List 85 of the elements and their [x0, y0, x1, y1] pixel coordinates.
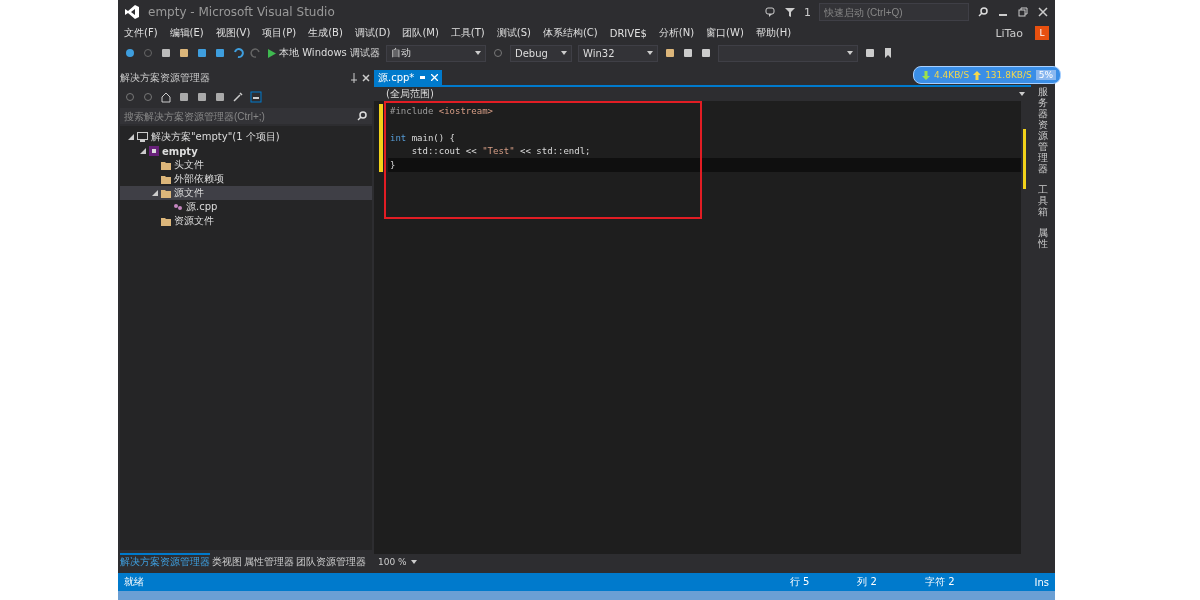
user-name[interactable]: LiTao — [995, 26, 1023, 40]
search-icon[interactable] — [977, 6, 989, 18]
notification-count: 1 — [804, 5, 811, 19]
panel-tab[interactable]: 属性管理器 — [244, 553, 294, 569]
avatar[interactable]: L — [1035, 26, 1049, 40]
side-tab[interactable]: 工具箱 — [1038, 184, 1048, 217]
down-arrow-icon — [922, 70, 930, 80]
menu-item[interactable]: 分析(N) — [658, 26, 695, 40]
tree-item[interactable]: 头文件 — [120, 158, 372, 172]
back-icon[interactable] — [124, 91, 136, 103]
line-indicator: 行 5 — [789, 575, 810, 589]
close-icon[interactable] — [1037, 6, 1049, 18]
search-field[interactable]: 搜索解决方案资源管理器(Ctrl+;) — [120, 108, 372, 124]
tree-item[interactable]: empty — [120, 144, 372, 158]
solution-icon — [137, 132, 148, 142]
menu-item[interactable]: 编辑(E) — [169, 26, 204, 40]
window-title: empty - Microsoft Visual Studio — [148, 5, 335, 19]
back-icon[interactable] — [124, 47, 136, 59]
caret-icon — [647, 51, 653, 55]
menu-item[interactable]: 调试(D) — [354, 26, 391, 40]
panel-tab[interactable]: 解决方案资源管理器 — [120, 553, 210, 569]
home-icon[interactable] — [160, 91, 172, 103]
pin-icon[interactable] — [348, 72, 360, 84]
insert-mode: Ins — [1034, 576, 1049, 588]
menu-item[interactable]: 测试(S) — [496, 26, 531, 40]
play-icon — [268, 48, 276, 58]
forward-icon[interactable] — [142, 91, 154, 103]
close-icon[interactable] — [360, 72, 372, 84]
start-debugging-button[interactable]: 本地 Windows 调试器 — [268, 46, 380, 60]
preview-icon[interactable] — [250, 91, 262, 103]
debug-mode-dropdown[interactable]: 自动 — [386, 44, 486, 62]
code-editor[interactable]: #include <iostream> int main() { std::cout << "Test" << std::endl; } — [374, 101, 1031, 554]
quick-launch-field[interactable]: 快速启动 (Ctrl+Q) — [819, 3, 969, 21]
tree-item[interactable]: 解决方案"empty"(1 个项目) — [120, 130, 372, 144]
menu-item[interactable]: 文件(F) — [124, 26, 158, 40]
folder-icon — [161, 216, 171, 226]
caret-icon — [475, 51, 481, 55]
tree-item[interactable]: 资源文件 — [120, 214, 372, 228]
code-line: int main() { — [389, 131, 457, 145]
properties-icon[interactable] — [232, 91, 244, 103]
up-arrow-icon — [973, 70, 982, 80]
panel-title: 解决方案资源管理器 — [120, 71, 211, 85]
menu-item[interactable]: 视图(V) — [215, 26, 251, 40]
expand-arrow-icon[interactable] — [152, 190, 158, 196]
caret-icon — [410, 560, 417, 564]
scope-dropdown[interactable]: (全局范围) — [386, 87, 434, 101]
side-tab[interactable]: 属性 — [1038, 227, 1048, 249]
feedback-icon[interactable] — [764, 6, 776, 18]
notification-flag-icon[interactable] — [784, 6, 796, 18]
expand-arrow-icon[interactable] — [128, 134, 134, 140]
tree-item[interactable]: 外部依赖项 — [120, 172, 372, 186]
bookmark-icon[interactable] — [882, 47, 894, 59]
menu-item[interactable]: 项目(P) — [262, 26, 297, 40]
platform-dropdown[interactable]: Win32 — [578, 44, 658, 62]
caret-icon — [1019, 92, 1025, 96]
cpp-file-icon — [173, 203, 183, 211]
menu-item[interactable]: 体系结构(C) — [542, 26, 598, 40]
side-tab[interactable]: 服务器资源管理器 — [1038, 86, 1048, 174]
network-monitor: 4.4KB/S 131.8KB/S 5% — [913, 66, 1061, 84]
tree-item[interactable]: 源.cpp — [120, 200, 372, 214]
menu-item[interactable]: 帮助(H) — [755, 26, 792, 40]
project-icon — [149, 146, 159, 156]
column-indicator: 列 2 — [857, 575, 877, 589]
menu-item[interactable]: 团队(M) — [402, 26, 439, 40]
undo-icon[interactable] — [232, 47, 244, 59]
vs-logo-icon — [124, 4, 140, 20]
configuration-dropdown[interactable]: Debug — [510, 44, 572, 62]
menu-item[interactable]: DRIVE$ — [609, 27, 647, 39]
status-message: 就绪 — [124, 575, 144, 589]
code-line: #include <iostream> — [389, 104, 494, 118]
char-indicator: 字符 2 — [924, 575, 955, 589]
panel-tab[interactable]: 团队资源管理器 — [296, 553, 366, 569]
code-line: std::cout << "Test" << std::endl; — [410, 145, 592, 158]
caret-icon — [561, 51, 567, 55]
document-tab[interactable]: 源.cpp* — [374, 70, 443, 85]
menu-item[interactable]: 工具(T) — [450, 26, 485, 40]
panel-tab[interactable]: 类视图 — [212, 553, 242, 569]
expand-arrow-icon[interactable] — [140, 148, 146, 154]
search-icon[interactable] — [356, 110, 368, 122]
zoom-dropdown[interactable]: 100 % — [378, 557, 417, 567]
menu-item[interactable]: 生成(B) — [308, 26, 343, 40]
caret-icon — [847, 51, 853, 55]
restore-icon[interactable] — [1017, 6, 1029, 18]
menu-item[interactable]: 窗口(W) — [706, 26, 744, 40]
tree-item[interactable]: 源文件 — [120, 186, 372, 200]
